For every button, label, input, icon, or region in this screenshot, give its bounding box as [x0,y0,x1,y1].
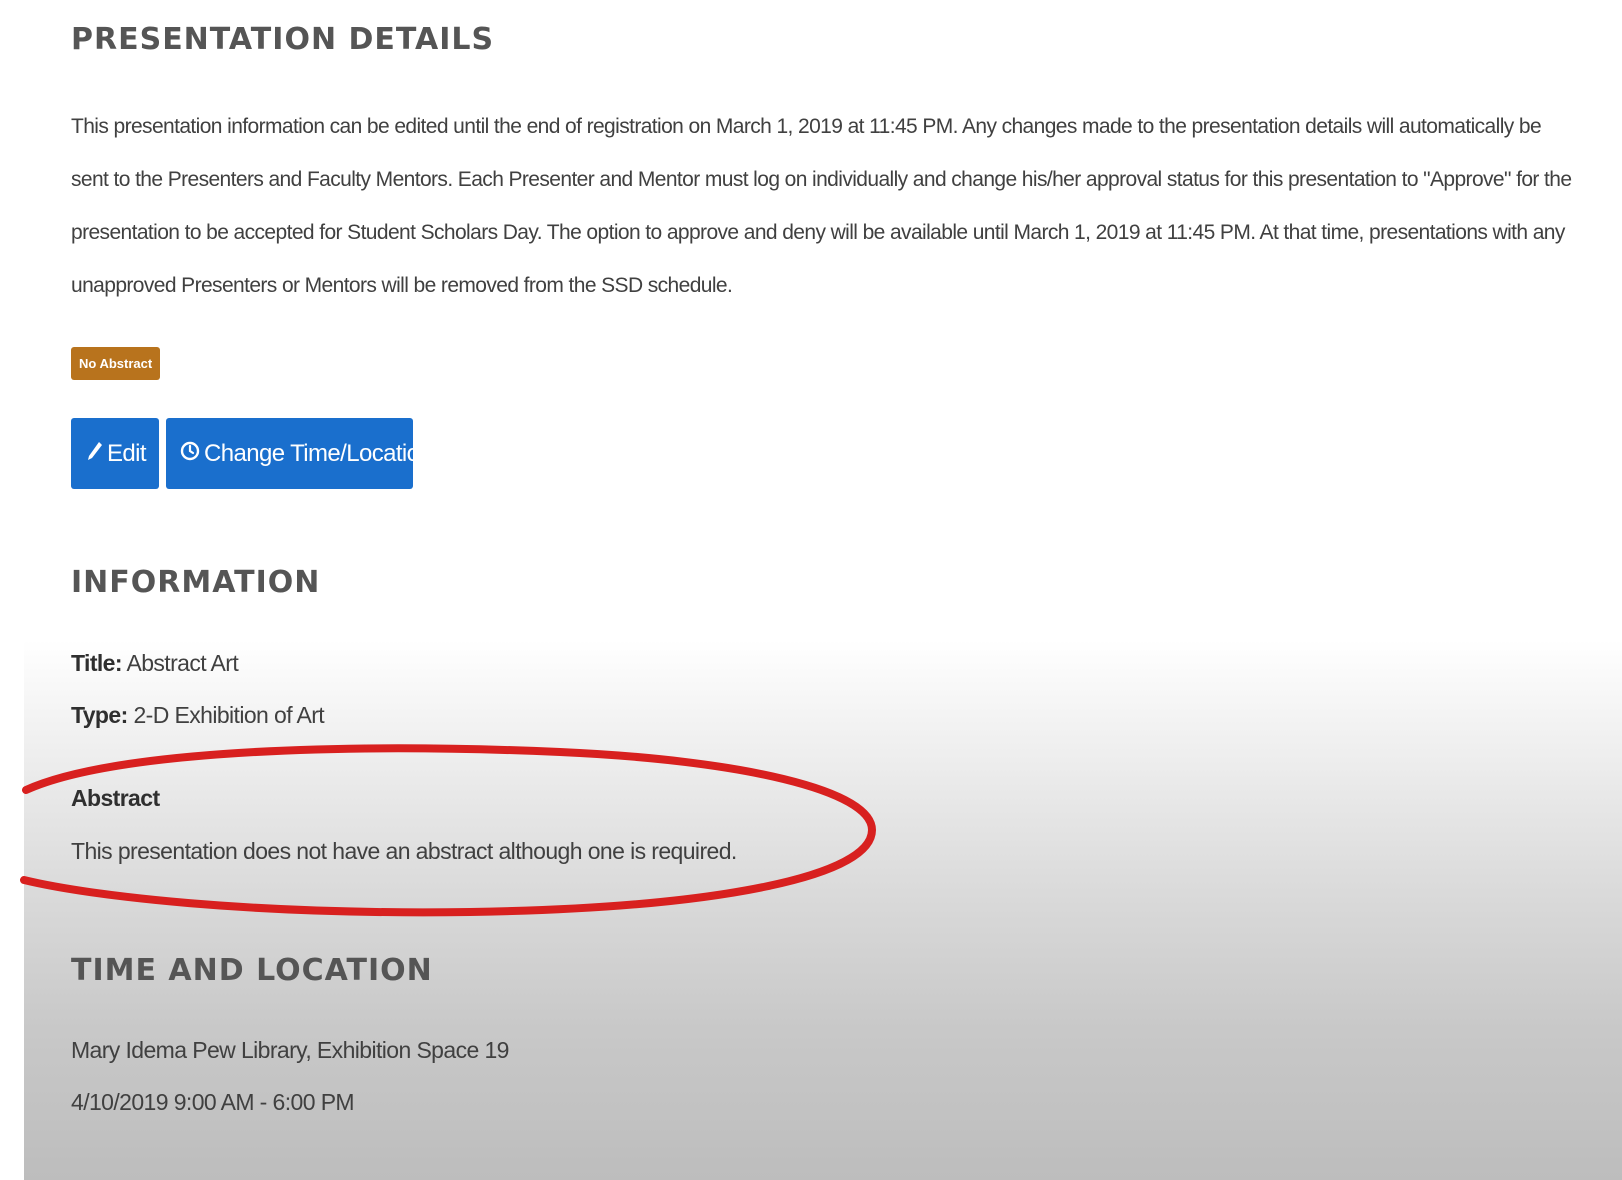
presentation-details-intro: This presentation information can be edi… [71,115,1572,297]
time-location-heading: TIME AND LOCATION [71,953,433,988]
type-field-label: Type: [71,702,128,728]
location-text: Mary Idema Pew Library, Exhibition Space… [71,1037,509,1063]
title-field: Title: Abstract Art [71,650,239,677]
left-edge-strip [0,640,24,1180]
information-heading: INFORMATION [71,565,321,600]
change-time-location-button[interactable]: Change Time/Location [166,418,433,489]
title-field-label: Title: [71,650,123,676]
red-highlight-ellipse [20,744,877,917]
edit-button-label: Edit [107,440,147,467]
change-time-location-label: Change Time/Location [204,440,433,467]
clock-icon [180,418,200,489]
abstract-missing-text: This presentation does not have an abstr… [71,838,737,864]
type-field: Type: 2-D Exhibition of Art [71,702,325,729]
title-field-value: Abstract Art [126,650,239,676]
page-background: PRESENTATION DETAILS This presentation i… [0,0,1622,1180]
edit-button[interactable]: Edit [71,418,159,489]
no-abstract-badge: No Abstract [71,347,161,380]
datetime-text: 4/10/2019 9:00 AM - 6:00 PM [71,1089,355,1115]
abstract-heading: Abstract [71,785,160,811]
type-field-value: 2-D Exhibition of Art [133,702,325,728]
pencil-icon [87,418,103,489]
presentation-details-heading: PRESENTATION DETAILS [71,22,495,57]
